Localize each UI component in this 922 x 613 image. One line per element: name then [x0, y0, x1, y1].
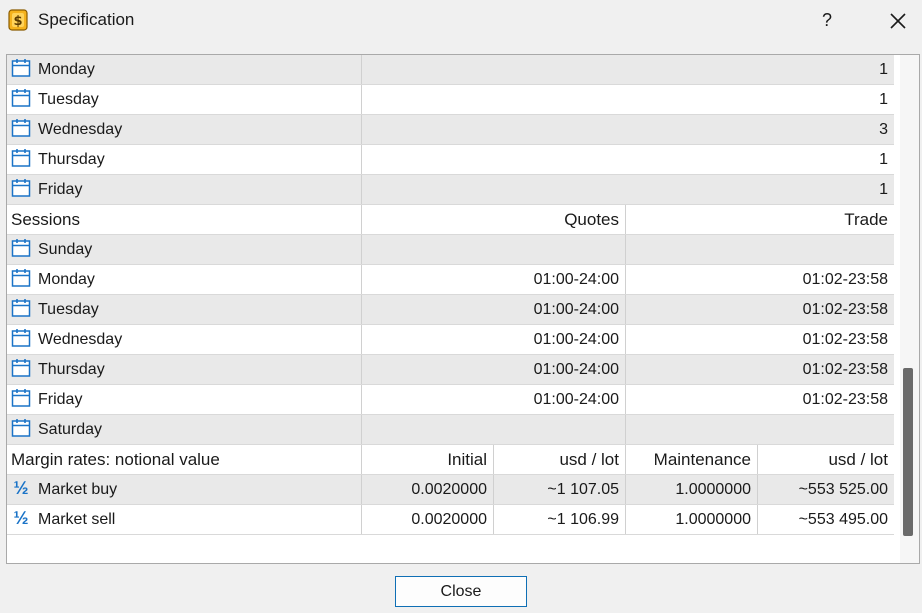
calendar-icon	[11, 419, 31, 438]
quotes-value: 01:00-24:00	[362, 325, 626, 354]
trade-header: Trade	[844, 210, 888, 229]
quotes-value: 01:00-24:00	[362, 385, 626, 414]
day-label: Wednesday	[38, 121, 123, 138]
day-label: Friday	[38, 391, 83, 408]
calendar-icon	[11, 359, 31, 378]
calendar-icon	[11, 149, 31, 168]
quotes-value: 01:00-24:00	[362, 355, 626, 384]
swap-value: 1	[879, 61, 888, 78]
day-label: Sunday	[38, 241, 93, 258]
day-label: Monday	[38, 271, 95, 288]
swap-value: 1	[879, 151, 888, 168]
table-row: Thursday 1	[7, 145, 894, 175]
scrollbar-thumb[interactable]	[903, 368, 913, 536]
initial-value: 0.0020000	[362, 475, 494, 504]
maintenance-usd-value: ~553 525.00	[798, 481, 888, 498]
calendar-icon	[11, 329, 31, 348]
calendar-icon	[11, 179, 31, 198]
table-row: Sunday	[7, 235, 894, 265]
dollar-app-icon: $	[8, 9, 28, 31]
maintenance-unit-header: usd / lot	[828, 450, 888, 469]
window-title: Specification	[38, 10, 135, 29]
swap-value: 1	[879, 91, 888, 108]
calendar-icon	[11, 119, 31, 138]
sessions-header: Sessions	[7, 205, 362, 234]
trade-value: 01:02-23:58	[802, 331, 888, 348]
table-row: Tuesday 01:00-24:00 01:02-23:58	[7, 295, 894, 325]
table-row: Friday 1	[7, 175, 894, 205]
swap-value: 3	[879, 121, 888, 138]
table-row: ½ Market buy 0.0020000 ~1 107.05 1.000000…	[7, 475, 894, 505]
day-label: Tuesday	[38, 91, 99, 108]
initial-usd-value: ~1 107.05	[494, 475, 626, 504]
table-row: Monday 01:00-24:00 01:02-23:58	[7, 265, 894, 295]
specification-table: Monday 1 Tuesday 1 Wednesday 3 Thursday …	[7, 55, 894, 535]
svg-text:$: $	[13, 14, 22, 29]
one-half-icon: ½	[13, 478, 29, 499]
margin-label: Market sell	[38, 511, 116, 528]
margin-rates-header: Margin rates: notional value	[7, 445, 362, 474]
trade-value	[626, 415, 894, 444]
table-row: Wednesday 3	[7, 115, 894, 145]
close-window-icon[interactable]	[884, 7, 912, 35]
day-label: Saturday	[38, 421, 103, 438]
day-label: Friday	[38, 181, 83, 198]
day-label: Thursday	[38, 361, 105, 378]
day-label: Thursday	[38, 151, 105, 168]
initial-header: Initial	[362, 445, 494, 474]
calendar-icon	[11, 299, 31, 318]
calendar-icon	[11, 389, 31, 408]
sessions-header-row: Sessions Quotes Trade	[7, 205, 894, 235]
one-half-icon: ½	[13, 508, 29, 529]
trade-value: 01:02-23:58	[802, 271, 888, 288]
quotes-value	[362, 235, 626, 264]
maintenance-usd-value: ~553 495.00	[798, 511, 888, 528]
maintenance-value: 1.0000000	[626, 475, 758, 504]
day-label: Wednesday	[38, 331, 123, 348]
initial-usd-value: ~1 106.99	[494, 505, 626, 534]
table-row: Tuesday 1	[7, 85, 894, 115]
help-button[interactable]: ?	[815, 6, 839, 34]
trade-value: 01:02-23:58	[802, 361, 888, 378]
table-row: Thursday 01:00-24:00 01:02-23:58	[7, 355, 894, 385]
day-label: Tuesday	[38, 301, 99, 318]
table-row: Saturday	[7, 415, 894, 445]
close-button[interactable]: Close	[395, 576, 527, 607]
specification-table-panel: Monday 1 Tuesday 1 Wednesday 3 Thursday …	[6, 54, 920, 564]
table-row: Monday 1	[7, 55, 894, 85]
margin-header-row: Margin rates: notional value Initial usd…	[7, 445, 894, 475]
trade-value: 01:02-23:58	[802, 391, 888, 408]
trade-value	[626, 235, 894, 264]
initial-value: 0.0020000	[362, 505, 494, 534]
table-row: Wednesday 01:00-24:00 01:02-23:58	[7, 325, 894, 355]
trade-value: 01:02-23:58	[802, 301, 888, 318]
calendar-icon	[11, 59, 31, 78]
quotes-value: 01:00-24:00	[362, 295, 626, 324]
quotes-value	[362, 415, 626, 444]
swap-value: 1	[879, 181, 888, 198]
margin-label: Market buy	[38, 481, 118, 498]
day-label: Monday	[38, 61, 95, 78]
table-row: Friday 01:00-24:00 01:02-23:58	[7, 385, 894, 415]
title-bar: $ Specification ?	[0, 0, 922, 42]
maintenance-value: 1.0000000	[626, 505, 758, 534]
quotes-value: 01:00-24:00	[362, 265, 626, 294]
table-row: ½ Market sell 0.0020000 ~1 106.99 1.00000…	[7, 505, 894, 535]
calendar-icon	[11, 89, 31, 108]
vertical-scrollbar[interactable]	[900, 55, 919, 563]
quotes-header: Quotes	[362, 205, 626, 234]
calendar-icon	[11, 269, 31, 288]
initial-unit-header: usd / lot	[494, 445, 626, 474]
maintenance-header: Maintenance	[626, 445, 758, 474]
calendar-icon	[11, 239, 31, 258]
